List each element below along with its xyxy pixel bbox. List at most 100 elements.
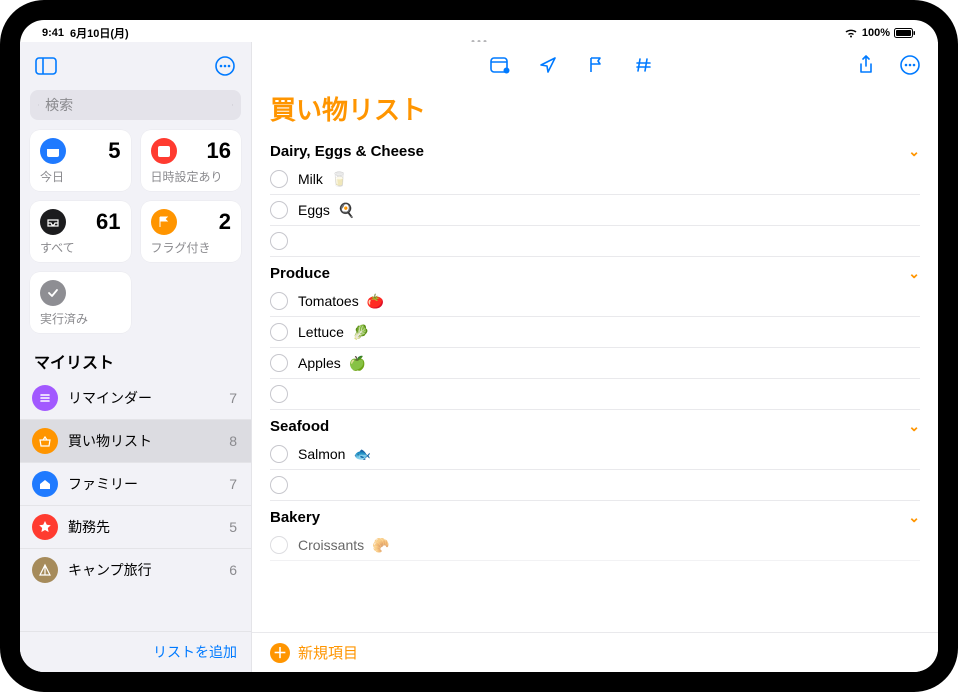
- item-emoji: 🥐: [372, 537, 389, 554]
- checkbox[interactable]: [270, 476, 288, 494]
- list-label: リマインダー: [68, 388, 219, 408]
- sidebar-list-work[interactable]: 勤務先 5: [20, 506, 251, 549]
- list-count: 6: [229, 562, 237, 578]
- toolbar-calendar-button[interactable]: [486, 51, 514, 79]
- toolbar-location-button[interactable]: [534, 51, 562, 79]
- sidebar: 5 今日 16 日時設定あり: [20, 42, 252, 672]
- reminder-item[interactable]: Apples 🍏: [270, 348, 920, 379]
- sidebar-list-shopping[interactable]: 買い物リスト 8: [20, 420, 251, 463]
- section-header[interactable]: Produce ⌄: [270, 259, 920, 286]
- checkbox[interactable]: [270, 354, 288, 372]
- all-label: すべて: [40, 239, 121, 256]
- reminder-empty-row[interactable]: [270, 379, 920, 410]
- list-label: 勤務先: [68, 517, 219, 537]
- new-reminder-button[interactable]: ＋ 新規項目: [252, 632, 938, 672]
- sidebar-more-button[interactable]: [211, 52, 239, 80]
- mic-icon[interactable]: [232, 97, 233, 113]
- item-text: Milk: [298, 171, 323, 187]
- search-icon: [38, 98, 39, 112]
- sections-container: Dairy, Eggs & Cheese ⌄ Milk 🥛 Eggs🍳: [252, 137, 938, 632]
- list-count: 7: [229, 476, 237, 492]
- item-emoji: 🍅: [367, 293, 384, 310]
- ellipsis-circle-icon: [899, 54, 921, 76]
- section-produce: Produce ⌄ Tomatoes🍅 Lettuce🥬: [270, 259, 920, 410]
- section-dairy: Dairy, Eggs & Cheese ⌄ Milk 🥛 Eggs🍳: [270, 137, 920, 257]
- section-title: Dairy, Eggs & Cheese: [270, 143, 424, 160]
- screen: 9:41 6月10日(月) 100%: [20, 20, 938, 672]
- section-header[interactable]: Seafood ⌄: [270, 412, 920, 439]
- checkbox[interactable]: [270, 292, 288, 310]
- hash-icon: [635, 56, 653, 74]
- smart-list-all[interactable]: 61 すべて: [30, 201, 131, 262]
- section-header[interactable]: Dairy, Eggs & Cheese ⌄: [270, 137, 920, 164]
- checkbox[interactable]: [270, 445, 288, 463]
- wifi-icon: [844, 28, 858, 38]
- item-emoji: 🍏: [349, 355, 366, 372]
- item-emoji: 🍳: [338, 202, 355, 219]
- sidebar-list-family[interactable]: ファミリー 7: [20, 463, 251, 506]
- list-count: 7: [229, 390, 237, 406]
- new-reminder-label: 新規項目: [298, 642, 358, 663]
- section-title: Produce: [270, 265, 330, 282]
- checkbox[interactable]: [270, 536, 288, 554]
- chevron-down-icon: ⌄: [908, 509, 920, 526]
- checkbox[interactable]: [270, 201, 288, 219]
- calendar-badge-icon: [490, 56, 510, 74]
- house-icon: [32, 471, 58, 497]
- all-count: 61: [96, 209, 120, 235]
- reminder-item[interactable]: Tomatoes🍅: [270, 286, 920, 317]
- smart-list-flagged[interactable]: 2 フラグ付き: [141, 201, 242, 262]
- flagged-count: 2: [219, 209, 231, 235]
- smart-list-today[interactable]: 5 今日: [30, 130, 131, 191]
- chevron-down-icon: ⌄: [908, 418, 920, 435]
- share-icon: [858, 55, 874, 75]
- section-bakery: Bakery ⌄ Croissants🥐: [270, 503, 920, 561]
- list-label: キャンプ旅行: [68, 560, 219, 580]
- reminder-item[interactable]: Croissants🥐: [270, 530, 920, 561]
- reminder-empty-row[interactable]: [270, 226, 920, 257]
- checkbox[interactable]: [270, 232, 288, 250]
- search-input[interactable]: [45, 97, 226, 113]
- smart-list-scheduled[interactable]: 16 日時設定あり: [141, 130, 242, 191]
- chevron-down-icon: ⌄: [908, 143, 920, 160]
- ellipsis-circle-icon: [214, 55, 236, 77]
- flag-icon: [151, 209, 177, 235]
- reminder-item[interactable]: Salmon🐟: [270, 439, 920, 470]
- sidebar-icon: [35, 57, 57, 75]
- list-bullet-icon: [32, 385, 58, 411]
- reminder-item[interactable]: Lettuce🥬: [270, 317, 920, 348]
- item-emoji: 🥛: [331, 171, 348, 188]
- sidebar-list-camping[interactable]: キャンプ旅行 6: [20, 549, 251, 591]
- share-button[interactable]: [852, 51, 880, 79]
- calendar-icon: [151, 138, 177, 164]
- tray-icon: [40, 209, 66, 235]
- smart-list-completed[interactable]: 実行済み: [30, 272, 131, 333]
- tent-icon: [32, 557, 58, 583]
- scheduled-label: 日時設定あり: [151, 168, 232, 185]
- section-title: Bakery: [270, 509, 320, 526]
- battery-icon: [894, 28, 916, 38]
- item-text: Apples: [298, 355, 341, 371]
- reminder-empty-row[interactable]: [270, 470, 920, 501]
- star-icon: [32, 514, 58, 540]
- item-text: Lettuce: [298, 324, 344, 340]
- checkbox[interactable]: [270, 385, 288, 403]
- chevron-down-icon: ⌄: [908, 265, 920, 282]
- list-label: 買い物リスト: [68, 431, 219, 451]
- list-count: 5: [229, 519, 237, 535]
- more-button[interactable]: [896, 51, 924, 79]
- sidebar-toggle-button[interactable]: [32, 52, 60, 80]
- status-bar: 9:41 6月10日(月) 100%: [20, 20, 938, 42]
- checkbox[interactable]: [270, 323, 288, 341]
- scheduled-count: 16: [207, 138, 231, 164]
- section-header[interactable]: Bakery ⌄: [270, 503, 920, 530]
- reminder-item[interactable]: Milk 🥛: [270, 164, 920, 195]
- add-list-button[interactable]: リストを追加: [20, 631, 251, 672]
- search-field[interactable]: [30, 90, 241, 120]
- my-lists-header: マイリスト: [20, 343, 251, 377]
- toolbar-flag-button[interactable]: [582, 51, 610, 79]
- sidebar-list-reminders[interactable]: リマインダー 7: [20, 377, 251, 420]
- checkbox[interactable]: [270, 170, 288, 188]
- toolbar-tag-button[interactable]: [630, 51, 658, 79]
- reminder-item[interactable]: Eggs🍳: [270, 195, 920, 226]
